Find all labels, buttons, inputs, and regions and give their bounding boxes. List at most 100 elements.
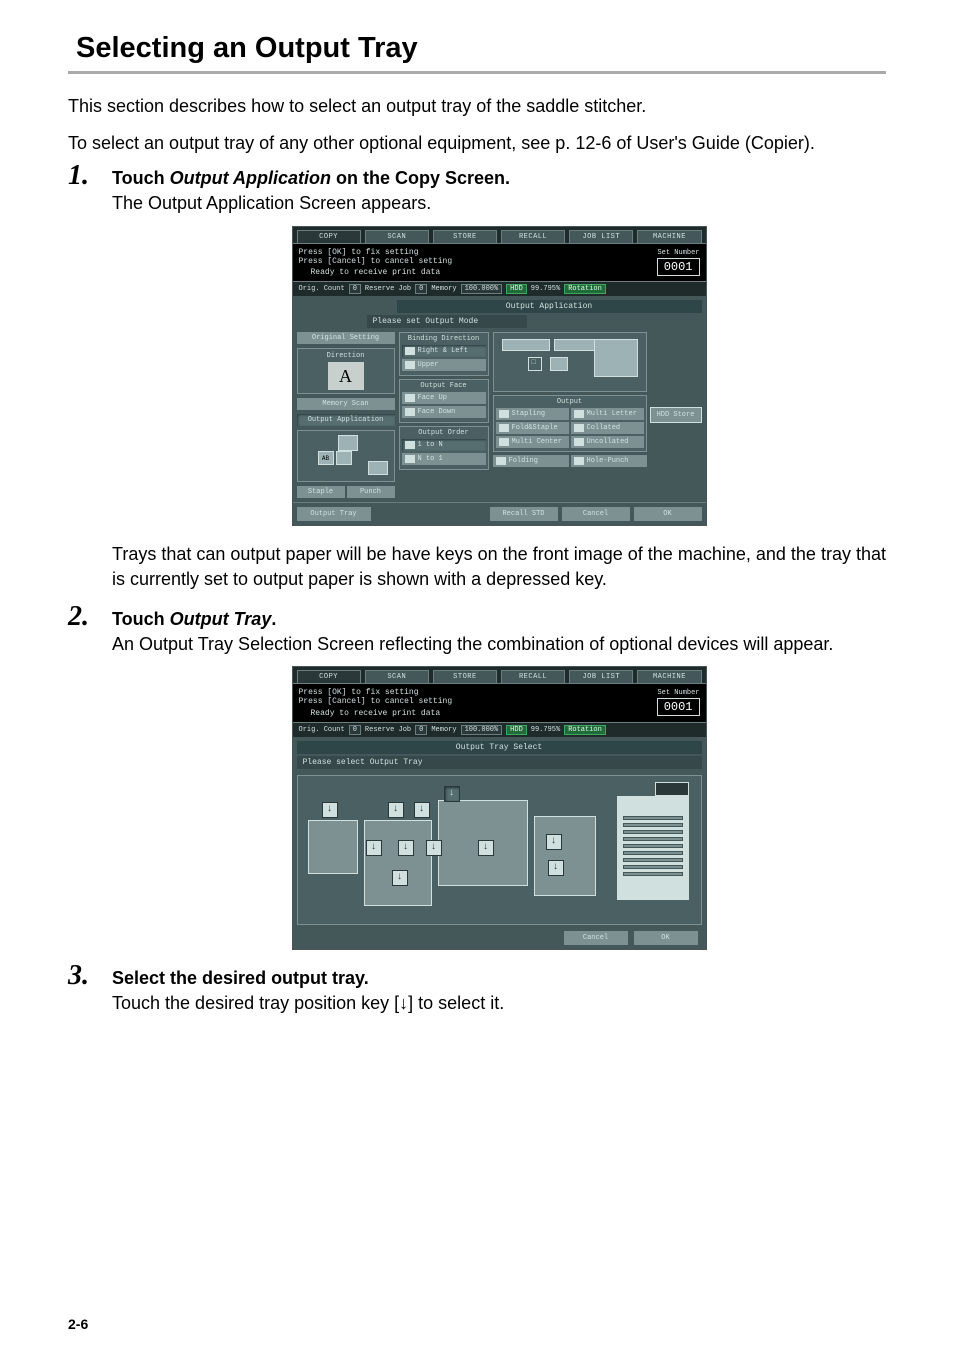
step-1-body-2: Trays that can output paper will be have… (112, 542, 886, 591)
tray-position-key[interactable]: ↓ (548, 860, 564, 876)
direction-panel: Direction A (297, 348, 395, 394)
output-order-group: Output Order 1 to N N to 1 (399, 426, 489, 470)
step-3-title: Select the desired output tray. (112, 968, 886, 989)
uncollated-icon (574, 438, 584, 446)
original-setting-button[interactable]: Original Setting (297, 332, 395, 344)
tray-position-key[interactable]: ↓ (322, 802, 338, 818)
tab-machine[interactable]: MACHINE (637, 230, 701, 243)
hdd-store-button[interactable]: HDD Store (650, 407, 702, 423)
multi-letter-button[interactable]: Multi Letter (571, 408, 644, 420)
tab-store[interactable]: STORE (433, 230, 497, 243)
step-number: 2. (68, 601, 89, 633)
tray-position-key[interactable]: ↓ (478, 840, 494, 856)
tray-machine-visualization: ↓ ↓ ↓ ↓ ↓ ↓ ↓ ↓ ↓ ↓ ↓ (297, 775, 702, 925)
step-1: 1. Touch Output Application on the Copy … (68, 168, 886, 590)
binding-right-left[interactable]: Right & Left (402, 345, 486, 357)
step-number: 3. (68, 960, 89, 992)
status-bar: Orig. Count 0 Reserve Job 0 Memory 100.0… (293, 281, 706, 296)
tray-cancel-button[interactable]: Cancel (564, 931, 628, 945)
machine-visualization (493, 332, 647, 392)
set-number: Set Number 0001 (657, 249, 700, 276)
face-up-icon (405, 394, 415, 402)
tray-position-key[interactable]: ↓ (398, 840, 414, 856)
multi-center-button[interactable]: Multi Center (496, 436, 569, 448)
tray-position-key[interactable]: ↓ (444, 786, 460, 802)
folding-icon (496, 457, 506, 465)
output-application-button[interactable]: Output Application (297, 414, 395, 426)
step-1-title: Touch Output Application on the Copy Scr… (112, 168, 886, 189)
order-nto1-icon (405, 455, 415, 463)
binding-direction-group: Binding Direction Right & Left Upper (399, 332, 489, 376)
tab-copy[interactable]: COPY (297, 230, 361, 243)
tray-position-key[interactable]: ↓ (546, 834, 562, 850)
status-bar: Orig. Count 0 Reserve Job 0 Memory 100.0… (293, 722, 706, 737)
tab-scan[interactable]: SCAN (365, 670, 429, 683)
tray-position-key[interactable]: ↓ (414, 802, 430, 818)
staple-button[interactable]: Staple (297, 486, 345, 498)
order-1ton-icon (405, 441, 415, 449)
punch-button[interactable]: Punch (347, 486, 395, 498)
step-2-body: An Output Tray Selection Screen reflecti… (112, 632, 886, 656)
memory-scan-button[interactable]: Memory Scan (297, 398, 395, 410)
tray-select-subtitle: Please select Output Tray (297, 756, 702, 769)
face-down-icon (405, 408, 415, 416)
collated-icon (574, 424, 584, 432)
step-1-body-1: The Output Application Screen appears. (112, 191, 886, 215)
page-number: 2-6 (68, 1316, 88, 1332)
panel-title: Output Application (397, 300, 702, 313)
header-message: Press [OK] to fix setting Press [Cancel]… (299, 688, 453, 718)
tray-position-key[interactable]: ↓ (392, 870, 408, 886)
ok-button[interactable]: OK (634, 507, 702, 521)
folding-button[interactable]: Folding (493, 455, 569, 467)
tab-machine[interactable]: MACHINE (637, 670, 701, 683)
direction-a-icon: A (328, 362, 364, 390)
tray-select-title: Output Tray Select (297, 741, 702, 754)
tab-recall[interactable]: RECALL (501, 670, 565, 683)
fold-staple-icon (499, 424, 509, 432)
hole-punch-icon (574, 457, 584, 465)
cancel-button[interactable]: Cancel (562, 507, 630, 521)
recall-std-button[interactable]: Recall STD (490, 507, 558, 521)
multi-letter-icon (574, 410, 584, 418)
multi-center-icon (499, 438, 509, 446)
panel-subtitle: Please set Output Mode (367, 315, 527, 328)
tray-position-key[interactable]: ↓ (426, 840, 442, 856)
tab-store[interactable]: STORE (433, 670, 497, 683)
order-nto1[interactable]: N to 1 (402, 453, 486, 465)
binding-icon (405, 347, 415, 355)
step-2-title: Touch Output Tray. (112, 609, 886, 630)
output-face-group: Output Face Face Up Face Down (399, 379, 489, 423)
collated-button[interactable]: Collated (571, 422, 644, 434)
tab-copy[interactable]: COPY (297, 670, 361, 683)
step-3: 3. Select the desired output tray. Touch… (68, 968, 886, 1015)
tray-ok-button[interactable]: OK (634, 931, 698, 945)
step-number: 1. (68, 160, 89, 192)
tray-position-key[interactable]: ↓ (388, 802, 404, 818)
binding-upper-icon (405, 361, 415, 369)
output-tray-button[interactable]: Output Tray (297, 507, 371, 521)
preview-thumb: AB (297, 430, 395, 482)
step-3-body: Touch the desired tray position key [↓] … (112, 991, 886, 1015)
uncollated-button[interactable]: Uncollated (571, 436, 644, 448)
header-message: Press [OK] to fix setting Press [Cancel]… (299, 248, 453, 278)
set-number: Set Number 0001 (657, 689, 700, 716)
tab-scan[interactable]: SCAN (365, 230, 429, 243)
tab-joblist[interactable]: JOB LIST (569, 230, 633, 243)
fold-staple-button[interactable]: Fold&Staple (496, 422, 569, 434)
binding-upper[interactable]: Upper (402, 359, 486, 371)
face-up[interactable]: Face Up (402, 392, 486, 404)
order-1ton[interactable]: 1 to N (402, 439, 486, 451)
tray-position-key[interactable]: ↓ (366, 840, 382, 856)
tab-recall[interactable]: RECALL (501, 230, 565, 243)
face-down[interactable]: Face Down (402, 406, 486, 418)
page-title: Selecting an Output Tray (68, 14, 886, 74)
tab-joblist[interactable]: JOB LIST (569, 670, 633, 683)
hole-punch-button[interactable]: Hole-Punch (571, 455, 647, 467)
output-group: Output Stapling Multi Letter Fold&Staple… (493, 395, 647, 452)
output-application-screen: COPY SCAN STORE RECALL JOB LIST MACHINE … (292, 226, 707, 527)
rotation-icon: Rotation (564, 284, 606, 294)
intro-paragraph-2: To select an output tray of any other op… (68, 131, 886, 156)
stapling-button[interactable]: Stapling (496, 408, 569, 420)
step-2: 2. Touch Output Tray. An Output Tray Sel… (68, 609, 886, 950)
output-tray-select-screen: COPY SCAN STORE RECALL JOB LIST MACHINE … (292, 666, 707, 950)
